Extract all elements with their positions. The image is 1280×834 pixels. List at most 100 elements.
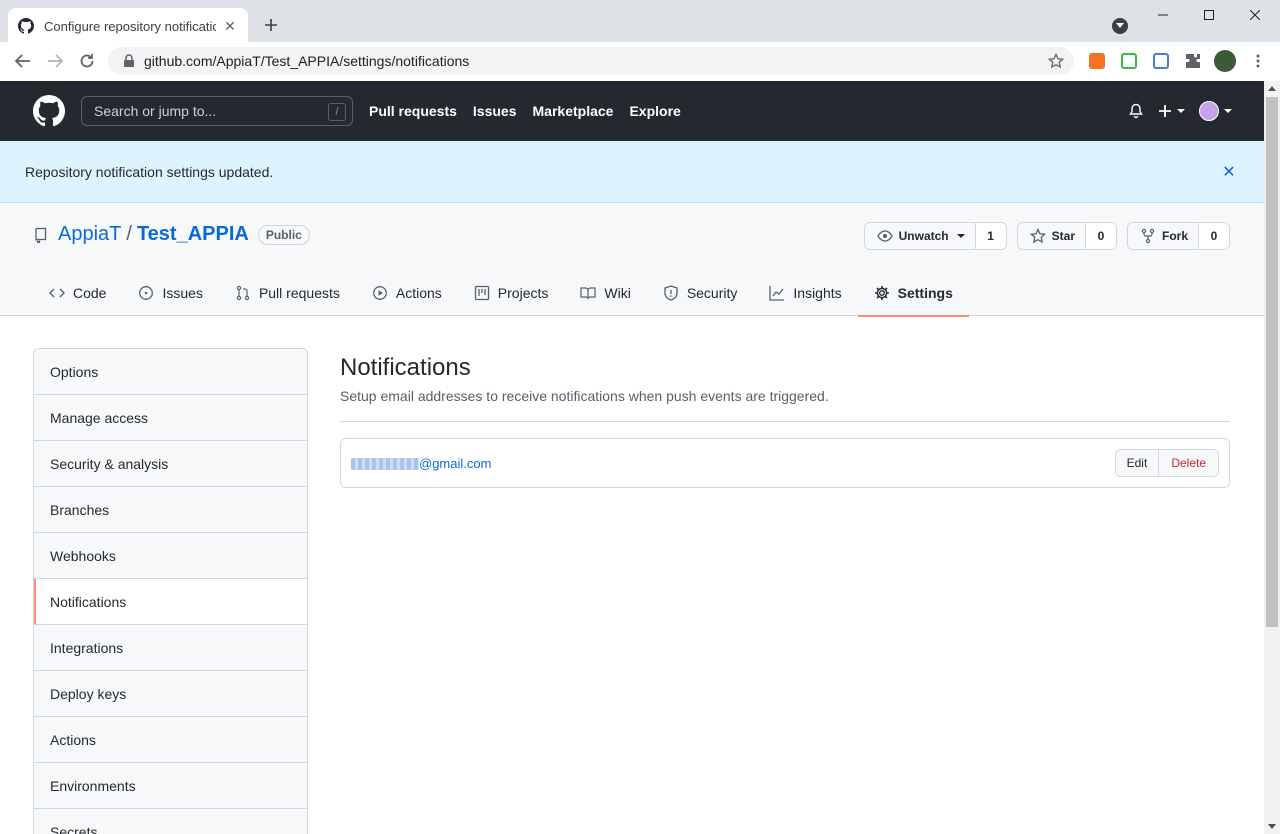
header-right	[1128, 81, 1232, 141]
user-menu-dropdown[interactable]	[1199, 101, 1232, 121]
fork-count[interactable]: 0	[1199, 223, 1229, 249]
star-icon	[1029, 228, 1046, 244]
repo-owner-link[interactable]: AppiaT	[58, 223, 121, 246]
sidebar-item-notifications[interactable]: Notifications	[34, 579, 307, 625]
header-nav: Pull requests Issues Marketplace Explore	[369, 81, 681, 141]
sidebar-item-actions[interactable]: Actions	[34, 717, 307, 763]
redacted-text	[351, 458, 419, 471]
tab-issues-label: Issues	[162, 284, 203, 301]
profile-avatar-icon[interactable]	[1214, 50, 1236, 72]
extension-1-icon[interactable]	[1089, 53, 1105, 69]
visibility-badge: Public	[257, 224, 310, 245]
project-icon	[474, 285, 489, 300]
nav-issues[interactable]: Issues	[473, 103, 517, 119]
reload-button[interactable]	[72, 46, 102, 76]
minimize-button[interactable]	[1140, 0, 1186, 30]
email-domain: @gmail.com	[419, 455, 492, 471]
github-logo-icon[interactable]	[33, 95, 65, 127]
fork-icon	[1141, 228, 1155, 244]
tab-search-icon[interactable]	[1112, 18, 1128, 34]
tab-issues[interactable]: Issues	[122, 269, 218, 316]
tab-actions-label: Actions	[395, 284, 442, 301]
tab-title: Configure repository notifications	[44, 18, 216, 34]
scroll-up-arrow-icon[interactable]	[1268, 86, 1276, 91]
email-address[interactable]: @gmail.com	[351, 456, 491, 471]
star-label: Star	[1051, 229, 1075, 243]
maximize-icon	[1204, 10, 1214, 20]
lock-icon	[124, 54, 134, 67]
forward-button[interactable]	[40, 46, 70, 76]
nav-marketplace[interactable]: Marketplace	[533, 103, 614, 119]
graph-icon	[769, 285, 785, 301]
scrollbar-thumb[interactable]	[1266, 97, 1278, 627]
address-bar[interactable]: github.com/AppiaT/Test_APPIA/settings/no…	[108, 47, 1074, 75]
search-placeholder: Search or jump to...	[94, 103, 217, 119]
star-button[interactable]: Star	[1017, 223, 1086, 249]
sidebar-item-integrations[interactable]: Integrations	[34, 625, 307, 671]
tab-pull-requests-label: Pull requests	[258, 284, 340, 301]
minimize-icon	[1158, 14, 1168, 16]
sidebar-item-security-analysis[interactable]: Security & analysis	[34, 441, 307, 487]
more-menu-icon[interactable]	[1250, 53, 1266, 69]
create-new-dropdown[interactable]	[1158, 104, 1185, 118]
eye-icon	[876, 230, 893, 242]
tab-pull-requests[interactable]: Pull requests	[219, 269, 356, 316]
email-list-item: @gmail.com Edit Delete	[340, 438, 1230, 488]
star-button-group: Star 0	[1016, 222, 1117, 250]
search-input[interactable]: Search or jump to... /	[81, 96, 353, 126]
close-window-button[interactable]	[1232, 0, 1278, 30]
settings-sidebar: Options Manage access Security & analysi…	[33, 348, 308, 834]
url-text: github.com/AppiaT/Test_APPIA/settings/no…	[144, 53, 470, 69]
new-tab-button[interactable]	[258, 12, 284, 38]
tab-security[interactable]: Security	[647, 269, 754, 316]
nav-explore[interactable]: Explore	[629, 103, 680, 119]
extension-3-icon[interactable]	[1153, 53, 1169, 69]
watch-count[interactable]: 1	[975, 223, 1006, 249]
arrow-left-icon	[15, 54, 30, 68]
edit-button[interactable]: Edit	[1115, 450, 1160, 476]
scroll-down-arrow-icon[interactable]	[1268, 824, 1276, 829]
browser-tab[interactable]: Configure repository notifications ✕	[8, 8, 248, 44]
back-button[interactable]	[8, 46, 38, 76]
repo-actions: Unwatch 1 Star 0 Fork 0	[863, 222, 1230, 250]
sidebar-item-environments[interactable]: Environments	[34, 763, 307, 809]
sidebar-item-secrets[interactable]: Secrets	[34, 809, 307, 834]
tab-code[interactable]: Code	[33, 269, 122, 316]
bookmark-star-icon[interactable]	[1048, 53, 1064, 69]
unwatch-button[interactable]: Unwatch	[864, 223, 976, 249]
delete-button[interactable]: Delete	[1159, 450, 1218, 476]
sidebar-item-manage-access[interactable]: Manage access	[34, 395, 307, 441]
page-scrollbar[interactable]	[1264, 81, 1280, 834]
repo-icon	[35, 227, 47, 243]
flash-close-icon[interactable]: ✕	[1222, 164, 1236, 181]
repo-separator: /	[126, 223, 132, 245]
divider	[340, 421, 1230, 422]
tab-wiki[interactable]: Wiki	[564, 269, 646, 316]
sidebar-item-webhooks[interactable]: Webhooks	[34, 533, 307, 579]
sidebar-item-options[interactable]: Options	[34, 349, 307, 395]
nav-pull-requests[interactable]: Pull requests	[369, 103, 457, 119]
github-header: Search or jump to... / Pull requests Iss…	[0, 81, 1264, 141]
reload-icon	[80, 54, 94, 68]
puzzle-extensions-icon[interactable]	[1185, 53, 1201, 69]
star-count[interactable]: 0	[1085, 223, 1116, 249]
tab-insights[interactable]: Insights	[753, 269, 857, 316]
sidebar-item-branches[interactable]: Branches	[34, 487, 307, 533]
caret-down-icon	[1177, 109, 1185, 113]
gear-icon	[874, 285, 889, 300]
maximize-button[interactable]	[1186, 0, 1232, 30]
repo-name-link[interactable]: Test_APPIA	[137, 223, 249, 246]
sidebar-item-deploy-keys[interactable]: Deploy keys	[34, 671, 307, 717]
tab-settings[interactable]: Settings	[857, 269, 970, 317]
tab-close-icon[interactable]: ✕	[222, 18, 238, 34]
tab-projects[interactable]: Projects	[458, 269, 565, 316]
email-actions: Edit Delete	[1114, 449, 1219, 477]
caret-down-icon	[956, 234, 965, 238]
extension-2-icon[interactable]	[1121, 53, 1137, 69]
tab-actions[interactable]: Actions	[356, 269, 458, 316]
notifications-bell-icon[interactable]	[1128, 103, 1144, 119]
caret-down-icon	[1224, 109, 1232, 113]
page-title: Notifications	[340, 354, 471, 381]
arrow-right-icon	[48, 54, 63, 68]
fork-button[interactable]: Fork	[1127, 223, 1199, 249]
